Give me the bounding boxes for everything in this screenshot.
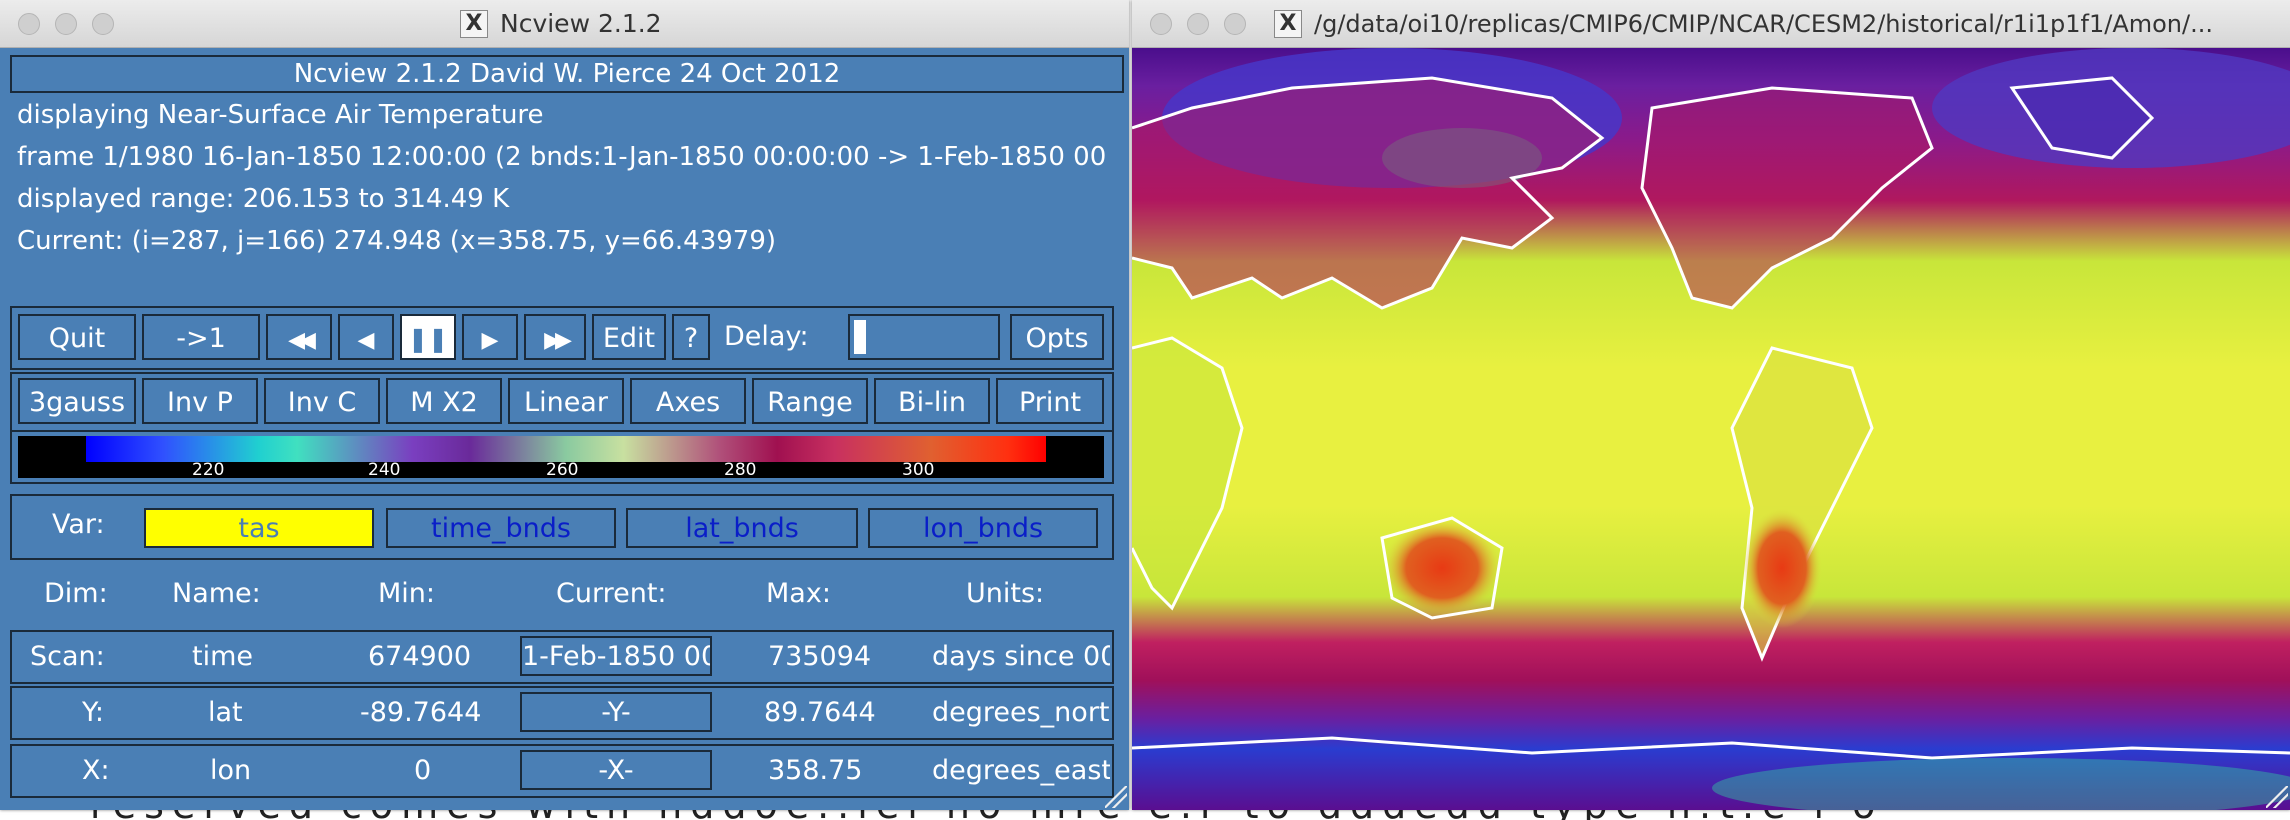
name-cell[interactable]: time — [192, 632, 253, 682]
edit-button[interactable]: Edit — [592, 314, 666, 360]
window-controls — [18, 12, 114, 35]
ncview-control-window: X Ncview 2.1.2 Ncview 2.1.2 David W. Pie… — [0, 0, 1129, 810]
close-window-button[interactable] — [18, 12, 40, 35]
print-button[interactable]: Print — [996, 378, 1104, 424]
inv-p-button[interactable]: Inv P — [142, 378, 258, 424]
window-titlebar[interactable]: X /g/data/oi10/replicas/CMIP6/CMIP/NCAR/… — [1132, 0, 2290, 48]
colorbar-panel: 220 240 260 280 300 — [10, 430, 1114, 484]
pause-button[interactable]: ❚❚ — [400, 314, 456, 360]
colorbar-tick: 300 — [902, 460, 935, 478]
help-button[interactable]: ? — [672, 314, 710, 360]
max-cell[interactable]: 735094 — [768, 632, 871, 682]
window-controls — [1150, 12, 1246, 35]
inv-c-button[interactable]: Inv C — [264, 378, 380, 424]
colorbar-tick: 280 — [724, 460, 757, 478]
dim-header: Dim: — [44, 578, 108, 609]
min-cell[interactable]: -89.7644 — [360, 688, 481, 738]
units-cell: days since 00 — [932, 641, 1110, 672]
rewind-button[interactable]: ◀◀ — [266, 314, 332, 360]
colorbar-tick: 260 — [546, 460, 579, 478]
var-button-lat-bnds[interactable]: lat_bnds — [626, 508, 858, 548]
current-cell[interactable]: 1-Feb-1850 00 — [520, 636, 712, 676]
min-cell[interactable]: 0 — [414, 746, 431, 796]
dim-cell: X: — [82, 755, 110, 786]
min-header: Min: — [378, 578, 436, 609]
step-back-button[interactable]: ◀ — [338, 314, 394, 360]
displaying-text: displaying Near-Surface Air Temperature — [17, 100, 544, 130]
fast-forward-button[interactable]: ▶▶ — [524, 314, 586, 360]
temperature-map[interactable] — [1132, 48, 2290, 810]
goto-first-button[interactable]: ->1 — [142, 314, 260, 360]
step-back-icon: ◀ — [357, 328, 375, 353]
dim-row-lat: Y: lat -89.7644 -Y- 89.7644 degrees_nort — [10, 686, 1114, 740]
delay-slider-handle[interactable] — [854, 320, 866, 354]
opts-button[interactable]: Opts — [1010, 314, 1104, 360]
units-cell: degrees_nort — [932, 697, 1110, 728]
dim-row-time: Scan: time 674900 1-Feb-1850 00 735094 d… — [10, 630, 1114, 684]
linear-button[interactable]: Linear — [508, 378, 624, 424]
magnify-button[interactable]: M X2 — [386, 378, 502, 424]
current-header: Current: — [556, 578, 667, 609]
colorbar[interactable]: 220 240 260 280 300 — [18, 436, 1104, 478]
resize-handle[interactable] — [2266, 786, 2288, 808]
delay-label: Delay: — [724, 321, 809, 352]
close-window-button[interactable] — [1150, 12, 1172, 35]
step-forward-button[interactable]: ▶ — [462, 314, 518, 360]
display-options: 3gauss Inv P Inv C M X2 Linear Axes Rang… — [10, 372, 1114, 432]
dim-row-lon: X: lon 0 -X- 358.75 degrees_east — [10, 744, 1114, 798]
current-cell[interactable]: -Y- — [520, 692, 712, 732]
window-title: /g/data/oi10/replicas/CMIP6/CMIP/NCAR/CE… — [1314, 9, 2213, 38]
current-text: Current: (i=287, j=166) 274.948 (x=358.7… — [17, 226, 777, 256]
colorbar-tick: 240 — [368, 460, 401, 478]
map-window: X /g/data/oi10/replicas/CMIP6/CMIP/NCAR/… — [1132, 0, 2290, 810]
app-header: Ncview 2.1.2 David W. Pierce 24 Oct 2012 — [10, 55, 1124, 93]
units-header: Units: — [966, 578, 1045, 609]
rewind-icon: ◀◀ — [288, 328, 316, 353]
pause-icon: ❚❚ — [407, 325, 449, 353]
x11-icon: X — [460, 9, 488, 38]
dim-cell: Scan: — [30, 641, 105, 672]
var-button-tas[interactable]: tas — [144, 508, 374, 548]
name-cell[interactable]: lat — [208, 688, 243, 738]
delay-slider[interactable] — [848, 314, 1000, 360]
minimize-window-button[interactable] — [55, 12, 77, 35]
current-cell[interactable]: -X- — [520, 750, 712, 790]
step-forward-icon: ▶ — [481, 328, 499, 353]
resize-handle[interactable] — [1105, 786, 1127, 808]
3gauss-button[interactable]: 3gauss — [18, 378, 136, 424]
variable-selector: Var: tas time_bnds lat_bnds lon_bnds — [10, 494, 1114, 560]
name-cell[interactable]: lon — [210, 746, 251, 796]
max-cell[interactable]: 358.75 — [768, 746, 862, 796]
x11-icon: X — [1274, 9, 1302, 38]
colorbar-tick: 220 — [192, 460, 225, 478]
range-button[interactable]: Range — [752, 378, 868, 424]
window-titlebar[interactable]: X Ncview 2.1.2 — [0, 0, 1129, 48]
quit-button[interactable]: Quit — [18, 314, 136, 360]
fast-forward-icon: ▶▶ — [544, 328, 572, 353]
frame-text: frame 1/1980 16-Jan-1850 12:00:00 (2 bnd… — [17, 142, 1107, 172]
var-label: Var: — [52, 509, 105, 540]
range-text: displayed range: 206.153 to 314.49 K — [17, 184, 510, 214]
max-cell[interactable]: 89.7644 — [764, 688, 876, 738]
axes-button[interactable]: Axes — [630, 378, 746, 424]
var-button-lon-bnds[interactable]: lon_bnds — [868, 508, 1098, 548]
min-cell[interactable]: 674900 — [368, 632, 471, 682]
name-header: Name: — [172, 578, 261, 609]
minimize-window-button[interactable] — [1187, 12, 1209, 35]
window-title: Ncview 2.1.2 — [500, 9, 662, 38]
bilin-button[interactable]: Bi-lin — [874, 378, 990, 424]
playback-controls: Quit ->1 ◀◀ ◀ ❚❚ ▶ ▶▶ Edit ? Delay: Opts — [10, 306, 1114, 370]
zoom-window-button[interactable] — [92, 12, 114, 35]
units-cell: degrees_east — [932, 755, 1110, 786]
max-header: Max: — [766, 578, 831, 609]
colorbar-gradient — [86, 436, 1046, 462]
dim-cell: Y: — [82, 697, 105, 728]
zoom-window-button[interactable] — [1224, 12, 1246, 35]
temperature-map-image[interactable] — [1132, 48, 2290, 810]
var-button-time-bnds[interactable]: time_bnds — [386, 508, 616, 548]
